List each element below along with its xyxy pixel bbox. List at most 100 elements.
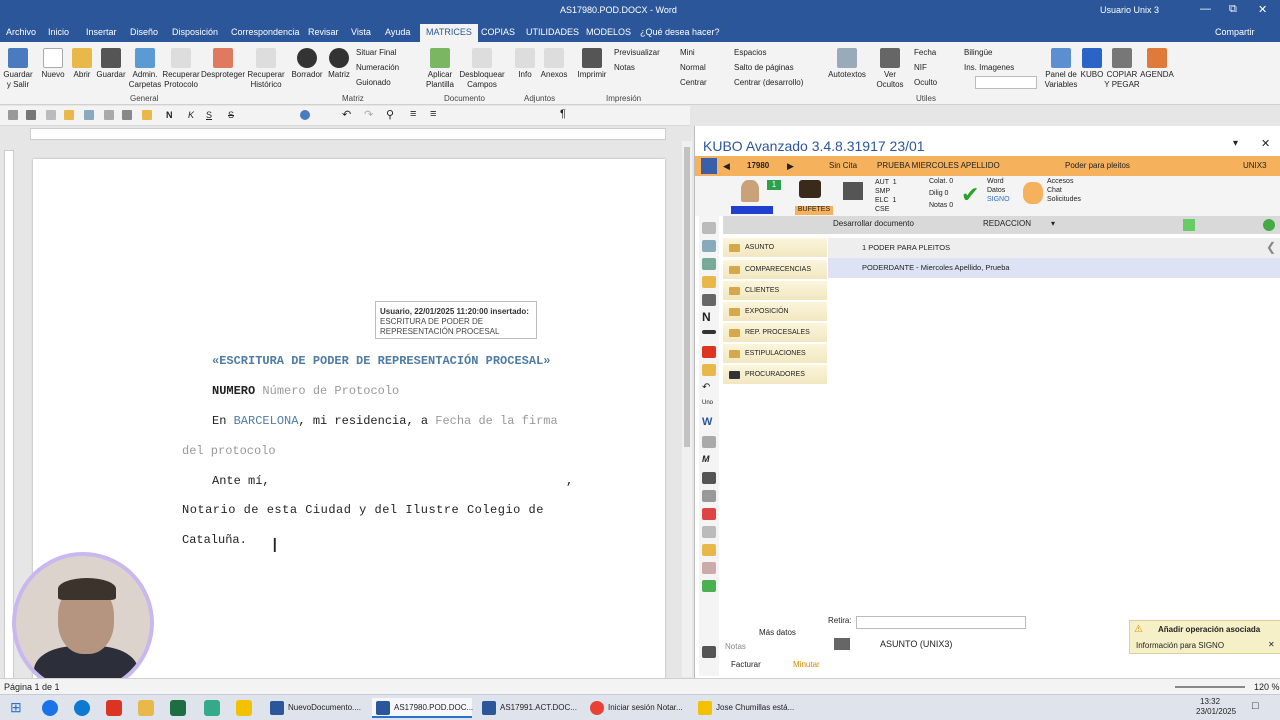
tab-ayuda[interactable]: Ayuda [385, 27, 410, 37]
n-icon[interactable]: N [702, 310, 716, 324]
undo-icon[interactable]: ↶ [342, 108, 351, 121]
tool-5-icon[interactable] [702, 294, 716, 306]
search-icon[interactable]: ⚲ [386, 108, 394, 121]
agenda-button[interactable]: AGENDA [1140, 48, 1174, 80]
page-count[interactable]: Página 1 de 1 [4, 682, 60, 692]
info-button[interactable]: Info [512, 48, 538, 80]
nif-button[interactable]: NIF [914, 63, 927, 72]
kubo-close-icon[interactable]: ✕ [1261, 137, 1270, 150]
task-nuevo-documento[interactable]: NuevoDocumento.... [266, 698, 366, 718]
redaccion-chevron-icon[interactable]: ▾ [1051, 219, 1055, 228]
app-3-icon[interactable] [236, 700, 252, 716]
globe-icon[interactable] [300, 110, 310, 120]
collapse-icon[interactable]: ❮ [1266, 240, 1276, 254]
tool-1-icon[interactable] [702, 222, 716, 234]
panel-variables-button[interactable]: Panel de Variables [1042, 48, 1080, 90]
dilig-count[interactable]: Dilig 0 [929, 190, 948, 197]
excel-icon[interactable] [170, 700, 186, 716]
m-script-icon[interactable]: M [702, 454, 716, 466]
tool-8-icon[interactable] [702, 490, 716, 502]
tab-archivo[interactable]: Archivo [6, 27, 36, 37]
matriz-button[interactable]: Matriz [325, 48, 353, 80]
tell-me-search[interactable]: ¿Qué desea hacer? [640, 27, 720, 37]
numero-field[interactable]: Número de Protocolo [262, 384, 399, 398]
task-chrome[interactable]: Iniciar sesión Notar... [586, 698, 690, 718]
guionado-button[interactable]: Guionado [356, 78, 391, 87]
solicitudes-link[interactable]: Solicitudes [1047, 196, 1081, 203]
explorer-icon[interactable] [138, 700, 154, 716]
numeracion-button[interactable]: Numeración [356, 63, 399, 72]
tool-7-icon[interactable] [702, 472, 716, 484]
tool-6-icon[interactable] [702, 436, 716, 448]
tab-revisar[interactable]: Revisar [308, 27, 339, 37]
uno-icon[interactable]: Uno [702, 400, 716, 412]
minutar-button[interactable]: Minutar [793, 660, 820, 669]
facturar-button[interactable]: Facturar [731, 660, 761, 669]
ok-icon[interactable] [1263, 219, 1275, 231]
situar-final-button[interactable]: Situar Final [356, 48, 396, 57]
tab-matrices[interactable]: MATRICES [420, 24, 478, 42]
w-icon[interactable]: W [702, 416, 716, 428]
tab-correspondencia[interactable]: Correspondencia [231, 27, 300, 37]
new-small-icon[interactable] [46, 110, 56, 120]
bufetes-label[interactable]: BUFETES [795, 206, 833, 215]
nuevo-button[interactable]: Nuevo [40, 48, 66, 80]
italic-icon[interactable]: K [188, 110, 194, 120]
mail-icon[interactable] [702, 526, 716, 538]
content-row-poderdante[interactable]: PODERDANTE - Miercoles Apellido, Prueba [828, 258, 1280, 278]
tree-clientes-autorizados[interactable]: CLIENTES AUTORIZADOS [723, 281, 827, 314]
tool-4-icon[interactable] [702, 276, 716, 288]
guardar-salir-button[interactable]: Guardar y Salir [2, 48, 34, 90]
prev-icon[interactable]: ◀ [723, 161, 730, 172]
pdf-icon[interactable] [702, 508, 716, 520]
bilingue-button[interactable]: Bilingüe [964, 48, 992, 57]
ver-ocultos-button[interactable]: Ver Ocultos [872, 48, 908, 90]
abrir-button[interactable]: Abrir [70, 48, 94, 80]
task-as17980[interactable]: AS17980.POD.DOC... [372, 698, 473, 718]
copiar-pegar-button[interactable]: COPIAR Y PEGAR [1104, 48, 1140, 90]
refresh-icon[interactable] [84, 110, 94, 120]
tree-estipulaciones[interactable]: ESTIPULACIONES [723, 344, 827, 364]
next-icon[interactable]: ▶ [787, 161, 794, 172]
app-2-icon[interactable] [204, 700, 220, 716]
autotextos-button[interactable]: Autotextos [826, 48, 868, 80]
folder-small-icon[interactable] [142, 110, 152, 120]
kubo-dropdown-icon[interactable]: ▾ [1233, 138, 1238, 149]
horizontal-ruler[interactable] [30, 128, 666, 140]
tab-disposicion[interactable]: Disposición [172, 27, 218, 37]
app-1-icon[interactable] [42, 700, 58, 716]
document-title[interactable]: «ESCRITURA DE PODER DE REPRESENTACIÓN PR… [212, 354, 550, 368]
espacios-button[interactable]: Espacios [734, 48, 766, 57]
notas-input[interactable]: Notas [725, 642, 746, 651]
book-icon[interactable] [702, 646, 716, 658]
clipboard-icon[interactable] [702, 544, 716, 556]
notifications-icon[interactable]: □ [1252, 700, 1259, 712]
tab-inicio[interactable]: Inicio [48, 27, 69, 37]
notario-line[interactable]: Notario de esta Ciudad y del Ilustre Col… [182, 503, 544, 517]
tool-9-icon[interactable] [702, 562, 716, 574]
previsualizar-button[interactable]: Previsualizar [614, 48, 660, 57]
undo-kubo-icon[interactable]: ↶ [702, 382, 716, 394]
redaccion-dropdown[interactable]: REDACCION [983, 219, 1031, 228]
oculto-button[interactable]: Oculto [914, 78, 937, 87]
bold-icon[interactable]: N [166, 110, 173, 120]
align-justify-icon[interactable]: ≡ [410, 108, 416, 120]
user-name[interactable]: Usuario Unix 3 [1100, 5, 1159, 15]
admin-carpetas-button[interactable]: Admin. Carpetas [128, 48, 162, 90]
acrobat-icon[interactable] [106, 700, 122, 716]
numero-line[interactable]: NUMERO Número de Protocolo [212, 384, 399, 398]
notas-button[interactable]: Notas [614, 63, 635, 72]
ante-mi-line[interactable]: Ante mí, [212, 474, 270, 488]
colat-count[interactable]: Colat. 0 [929, 178, 953, 185]
close-icon[interactable]: ✕ [1258, 3, 1267, 16]
normal-button[interactable]: Normal [680, 63, 706, 72]
anexos-button[interactable]: Anexos [540, 48, 568, 80]
clock-time[interactable]: 13:32 [1200, 697, 1220, 706]
kubo-button[interactable]: KUBO [1080, 48, 1104, 80]
mini-button[interactable]: Mini [680, 48, 695, 57]
start-icon[interactable]: ⊞ [10, 699, 22, 716]
graduation-cap-icon[interactable] [799, 180, 821, 198]
open-small-icon[interactable] [64, 110, 74, 120]
print-small-icon[interactable] [122, 110, 132, 120]
scroll-thumb[interactable] [684, 147, 690, 447]
